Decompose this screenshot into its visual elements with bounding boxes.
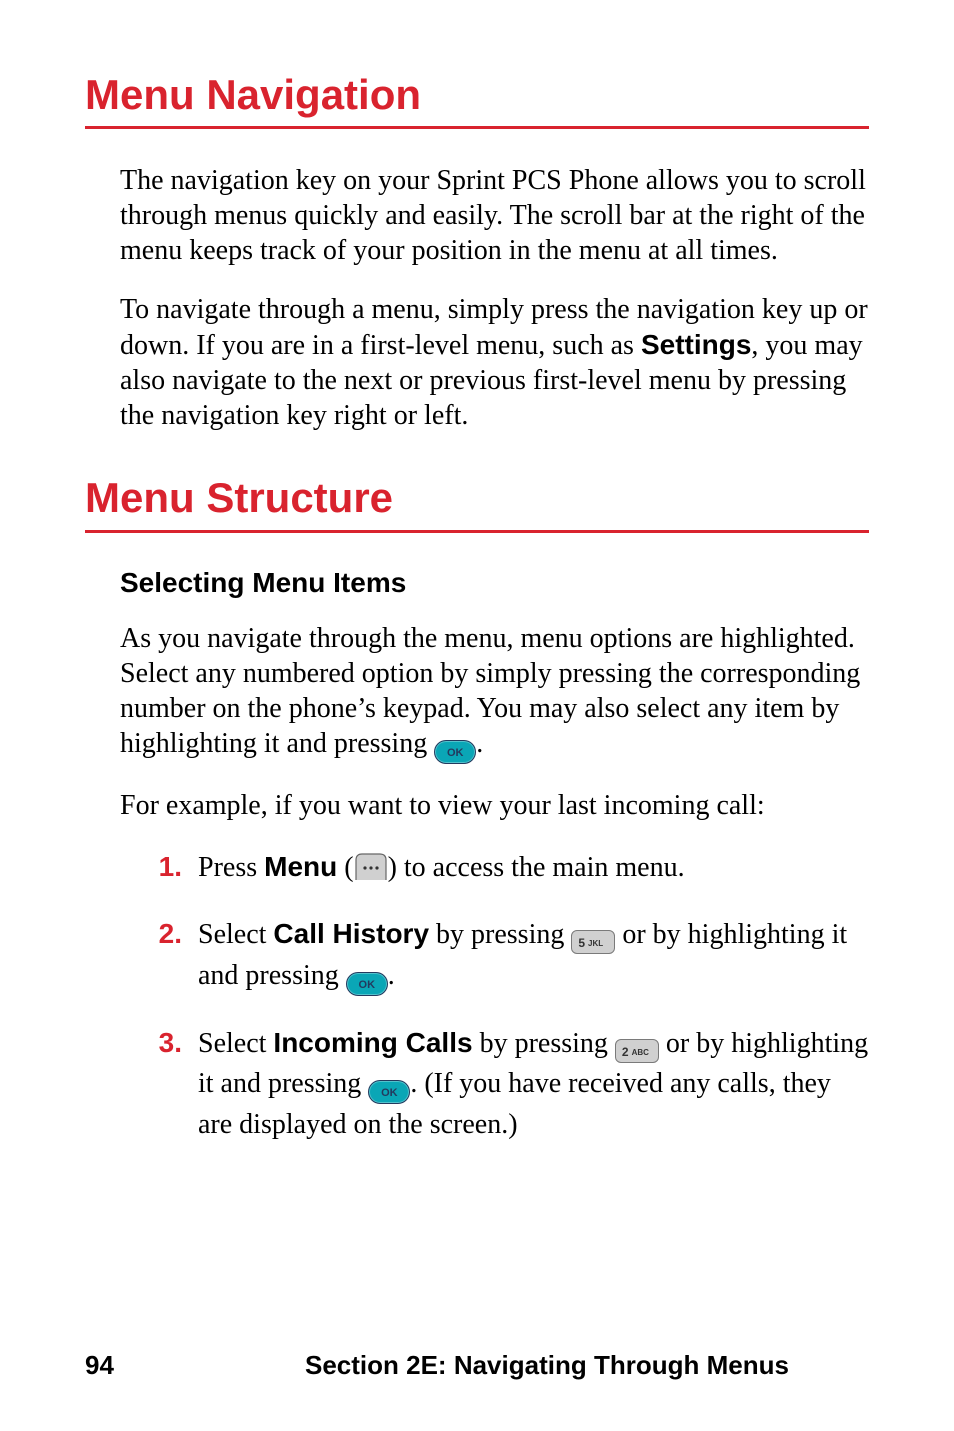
ordered-step: 3. Select Incoming Calls by pressing 2AB… bbox=[140, 1023, 869, 1146]
step-text: Select Incoming Calls by pressing 2ABC o… bbox=[198, 1023, 869, 1146]
key-digit: 2 bbox=[622, 1045, 630, 1059]
paragraph: As you navigate through the menu, menu o… bbox=[120, 621, 869, 764]
key-letters: ABC bbox=[632, 1048, 649, 1057]
step-text: Select Call History by pressing 5JKL or … bbox=[198, 914, 869, 996]
paragraph: To navigate through a menu, simply press… bbox=[120, 292, 869, 433]
five-key-icon: 5JKL bbox=[571, 930, 615, 954]
step-text: Press Menu ( ) to access the main menu. bbox=[198, 847, 869, 889]
heading-menu-structure: Menu Structure bbox=[85, 473, 869, 523]
page-number: 94 bbox=[85, 1350, 305, 1381]
text-run: by pressing bbox=[473, 1028, 615, 1059]
bold-term-incoming-calls: Incoming Calls bbox=[273, 1027, 472, 1058]
section-title: Section 2E: Navigating Through Menus bbox=[305, 1350, 869, 1381]
ordered-step: 1. Press Menu ( ) to access the main men… bbox=[140, 847, 869, 889]
document-page: Menu Navigation The navigation key on yo… bbox=[0, 0, 954, 1431]
paragraph: For example, if you want to view your la… bbox=[120, 788, 869, 823]
menu-key-icon bbox=[354, 852, 388, 882]
text-run: Select bbox=[198, 919, 273, 950]
text-run: As you navigate through the menu, menu o… bbox=[120, 623, 860, 759]
step-number: 1. bbox=[140, 847, 198, 889]
paragraph: The navigation key on your Sprint PCS Ph… bbox=[120, 163, 869, 268]
bold-term-settings: Settings bbox=[641, 329, 751, 360]
ordered-step: 2. Select Call History by pressing 5JKL … bbox=[140, 914, 869, 996]
text-run: Press bbox=[198, 852, 264, 883]
text-run: . bbox=[388, 960, 395, 991]
step-number: 2. bbox=[140, 914, 198, 996]
text-run: ( bbox=[337, 852, 353, 883]
body-text: Selecting Menu Items As you navigate thr… bbox=[120, 567, 869, 1146]
heading-menu-navigation: Menu Navigation bbox=[85, 70, 869, 120]
body-text: The navigation key on your Sprint PCS Ph… bbox=[120, 163, 869, 433]
two-key-icon: 2ABC bbox=[615, 1039, 659, 1063]
heading-rule bbox=[85, 126, 869, 129]
step-number: 3. bbox=[140, 1023, 198, 1146]
subheading-selecting: Selecting Menu Items bbox=[120, 567, 869, 599]
key-digit: 5 bbox=[578, 936, 586, 950]
heading-rule bbox=[85, 530, 869, 533]
page-footer: 94 Section 2E: Navigating Through Menus bbox=[85, 1350, 869, 1381]
ok-key-icon: OK bbox=[346, 972, 388, 996]
text-run: Select bbox=[198, 1028, 273, 1059]
ok-key-icon: OK bbox=[434, 740, 476, 764]
bold-term-call-history: Call History bbox=[273, 918, 429, 949]
bold-term-menu: Menu bbox=[264, 851, 337, 882]
text-run: by pressing bbox=[429, 919, 571, 950]
ok-key-icon: OK bbox=[368, 1080, 410, 1104]
text-run: ) to access the main menu. bbox=[388, 852, 685, 883]
key-letters: JKL bbox=[588, 939, 603, 948]
text-run: . bbox=[476, 728, 483, 759]
